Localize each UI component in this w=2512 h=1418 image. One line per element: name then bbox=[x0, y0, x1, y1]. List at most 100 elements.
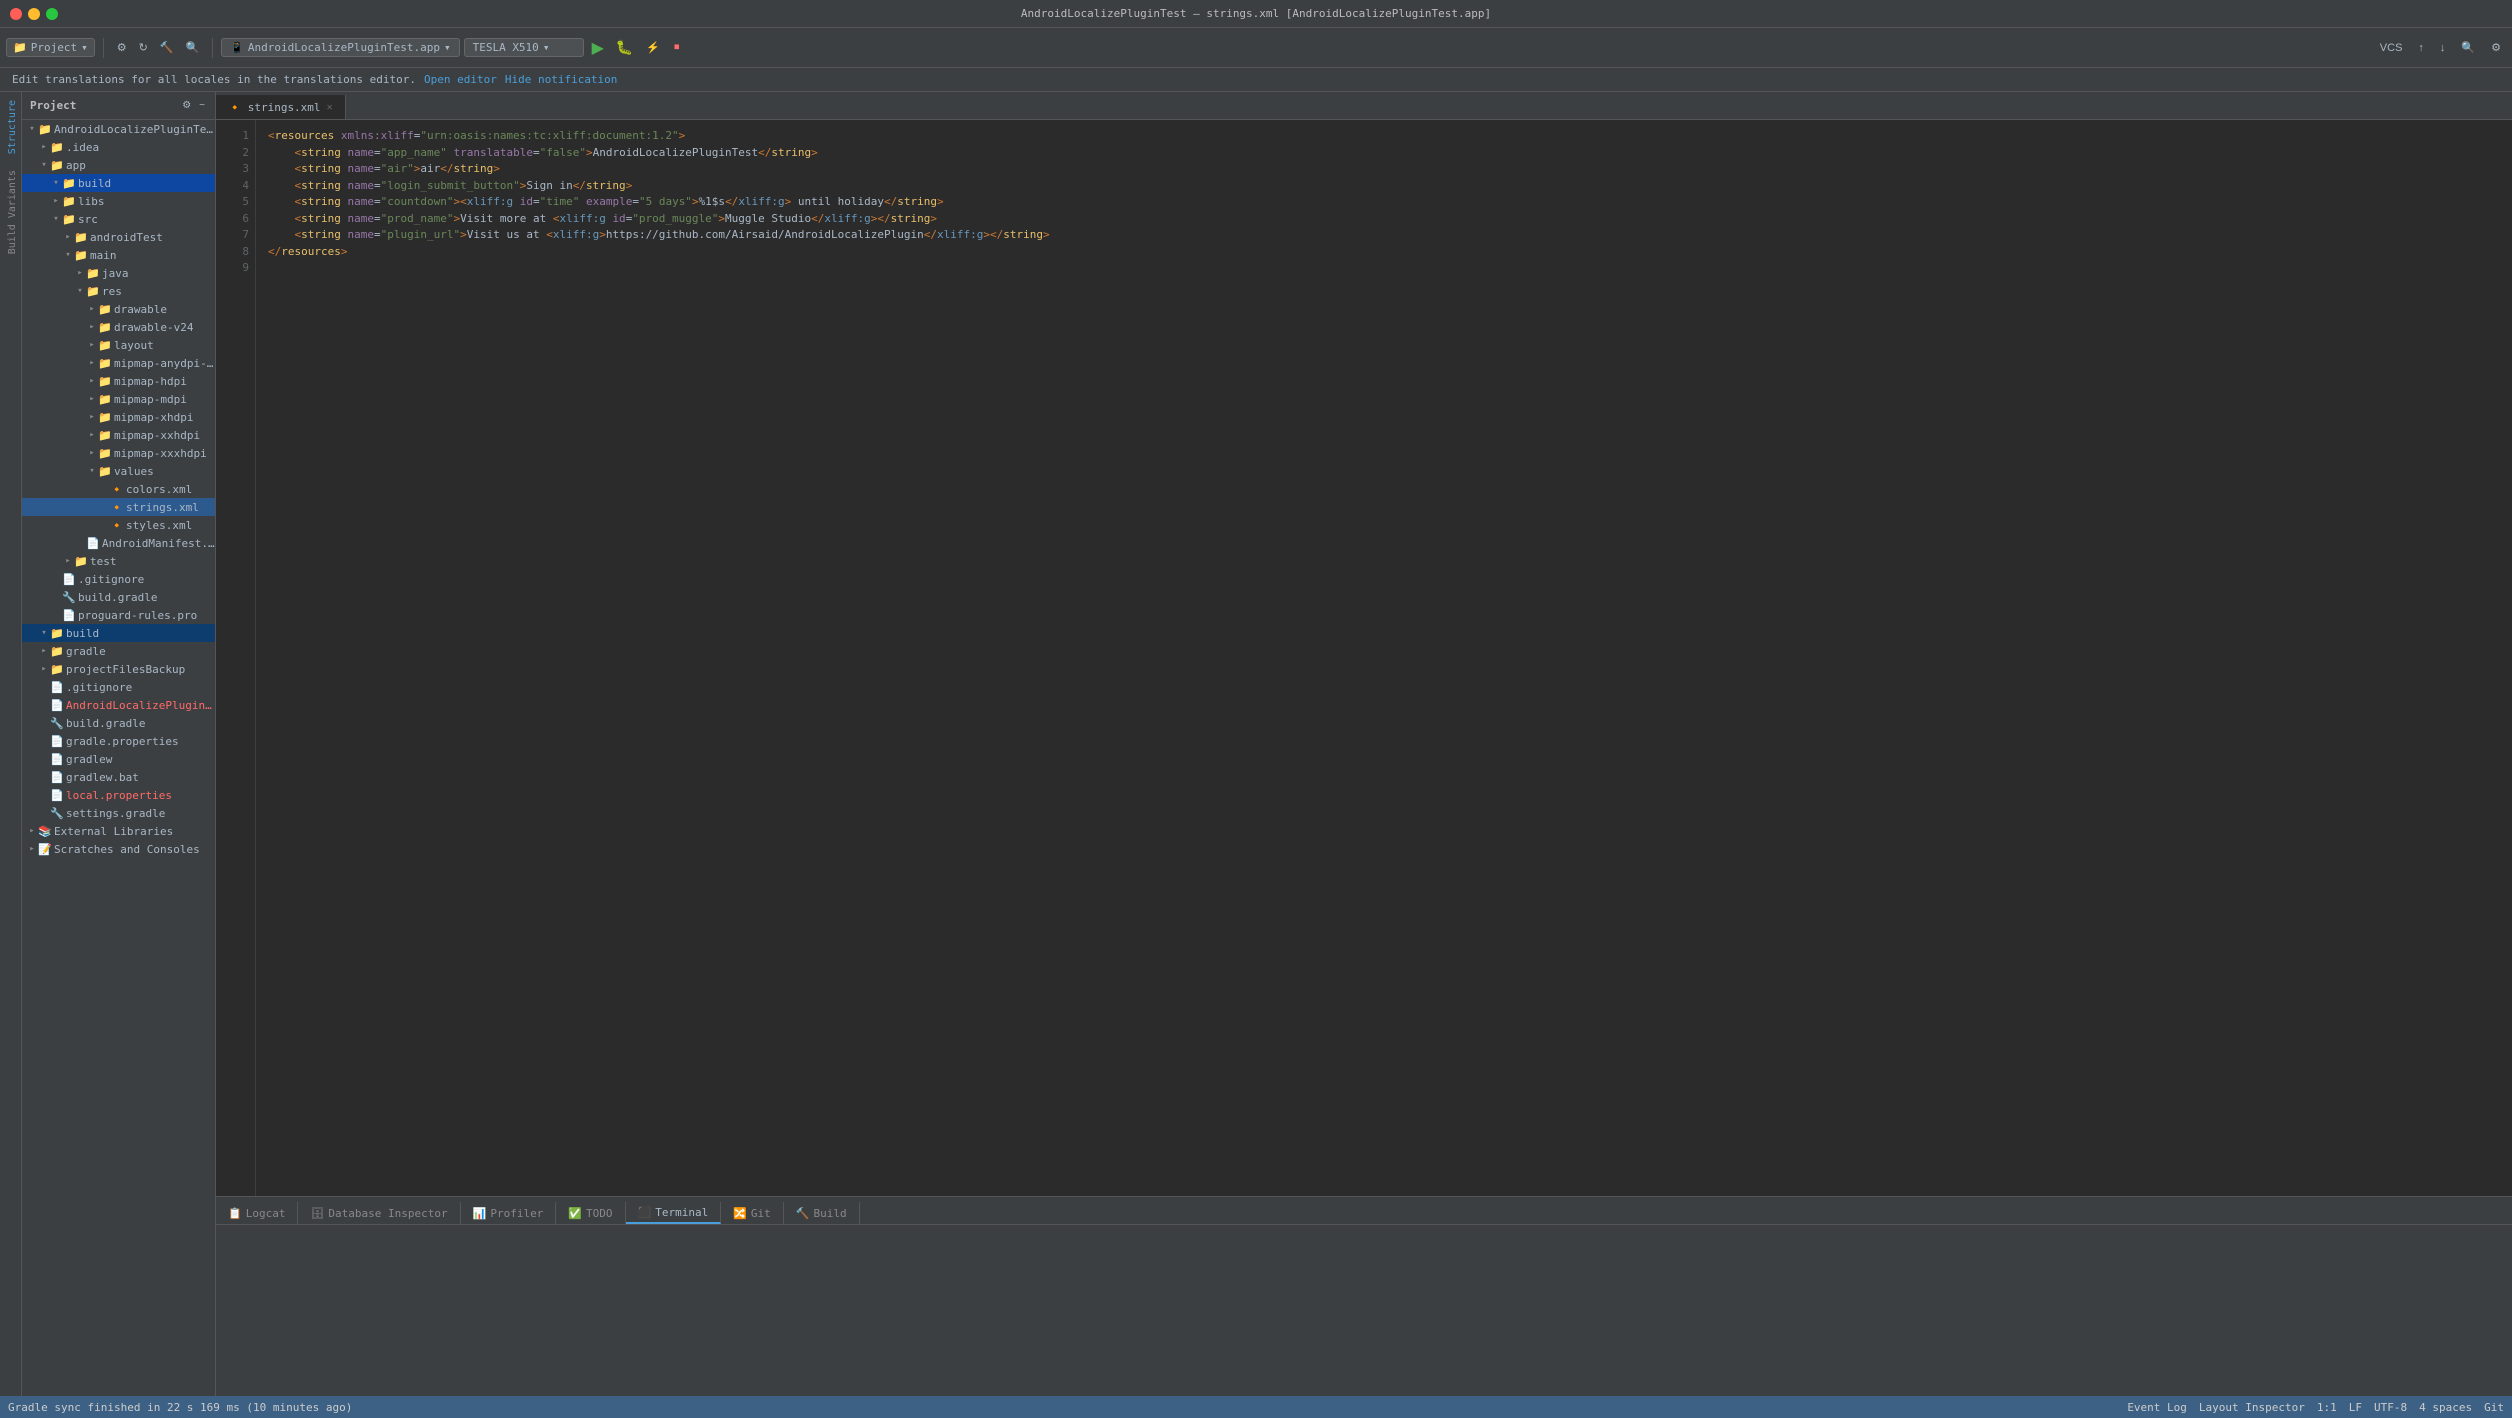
tree-item-projectfilesbackup[interactable]: ▸ 📁 projectFilesBackup bbox=[22, 660, 215, 678]
tree-item-colors-xml[interactable]: 🔸 colors.xml bbox=[22, 480, 215, 498]
tree-item-iml[interactable]: 📄 AndroidLocalizePluginTest.iml bbox=[22, 696, 215, 714]
build-label: Build bbox=[814, 1207, 847, 1220]
code-editor[interactable]: 1 2 3 4 5 6 7 8 9 <resources xmlns:xliff… bbox=[216, 120, 2512, 1196]
sync-button[interactable]: ↻ bbox=[134, 38, 153, 57]
build-button[interactable]: 🔨 bbox=[155, 38, 179, 57]
tab-profiler[interactable]: 📊 Profiler bbox=[461, 1202, 557, 1224]
tree-item-settings-gradle[interactable]: 🔧 settings.gradle bbox=[22, 804, 215, 822]
folder-icon: 📁 bbox=[98, 411, 112, 424]
tree-item-proguard[interactable]: 📄 proguard-rules.pro bbox=[22, 606, 215, 624]
settings-button[interactable]: ⚙ bbox=[112, 38, 132, 57]
tree-item-mipmap-xhdpi[interactable]: ▸ 📁 mipmap-xhdpi bbox=[22, 408, 215, 426]
arrow-icon: ▸ bbox=[86, 430, 98, 440]
tab-todo[interactable]: ✅ TODO bbox=[556, 1202, 625, 1224]
tree-item-gitignore-app[interactable]: 📄 .gitignore bbox=[22, 570, 215, 588]
tree-item-mipmap-xxxhdpi[interactable]: ▸ 📁 mipmap-xxxhdpi bbox=[22, 444, 215, 462]
git-push-button[interactable]: ↑ bbox=[2413, 39, 2429, 57]
logcat-label: Logcat bbox=[246, 1207, 286, 1220]
arrow-icon: ▾ bbox=[86, 466, 98, 476]
stop-button[interactable]: ⏹ bbox=[669, 38, 685, 57]
tree-item-external-libraries[interactable]: ▸ 📚 External Libraries bbox=[22, 822, 215, 840]
folder-icon: 📁 bbox=[86, 285, 100, 298]
tree-item-drawable[interactable]: ▸ 📁 drawable bbox=[22, 300, 215, 318]
tree-item-idea[interactable]: ▸ 📁 .idea bbox=[22, 138, 215, 156]
tab-database-inspector[interactable]: 🗄 Database Inspector bbox=[298, 1202, 460, 1224]
tree-item-test[interactable]: ▸ 📁 test bbox=[22, 552, 215, 570]
tree-item-strings-xml[interactable]: 🔸 strings.xml bbox=[22, 498, 215, 516]
tree-item-app[interactable]: ▾ 📁 app bbox=[22, 156, 215, 174]
tree-item-gradlew-bat[interactable]: 📄 gradlew.bat bbox=[22, 768, 215, 786]
settings-gear-button[interactable]: ⚙ bbox=[2486, 38, 2506, 57]
vcs-button[interactable]: VCS bbox=[2375, 39, 2408, 57]
tree-item-mipmap-anydpi[interactable]: ▸ 📁 mipmap-anydpi-v26 bbox=[22, 354, 215, 372]
git-update-button[interactable]: ↓ bbox=[2435, 39, 2451, 57]
folder-icon: 📁 bbox=[74, 555, 88, 568]
event-log[interactable]: Event Log bbox=[2127, 1401, 2187, 1414]
tree-item-res[interactable]: ▾ 📁 res bbox=[22, 282, 215, 300]
minimize-button[interactable] bbox=[28, 8, 40, 20]
tree-item-gitignore-root[interactable]: 📄 .gitignore bbox=[22, 678, 215, 696]
folder-icon: 📁 bbox=[98, 465, 112, 478]
panel-collapse-button[interactable]: − bbox=[197, 99, 207, 112]
arrow-icon: ▸ bbox=[86, 304, 98, 314]
toolbar-sep-1 bbox=[103, 38, 104, 58]
tree-item-build-gradle-app[interactable]: 🔧 build.gradle bbox=[22, 588, 215, 606]
tree-item-root[interactable]: ▾ 📁 AndroidLocalizePluginTest bbox=[22, 120, 215, 138]
arrow-icon: ▾ bbox=[50, 214, 62, 224]
panel-gear-button[interactable]: ⚙ bbox=[180, 99, 193, 112]
tab-git[interactable]: 🔀 Git bbox=[721, 1202, 784, 1224]
tree-item-mipmap-hdpi[interactable]: ▸ 📁 mipmap-hdpi bbox=[22, 372, 215, 390]
run-button[interactable]: ▶ bbox=[588, 36, 608, 60]
tab-strings-xml[interactable]: 🔸 strings.xml ✕ bbox=[216, 95, 346, 119]
tab-logcat[interactable]: 📋 Logcat bbox=[216, 1202, 298, 1224]
run-configuration-selector[interactable]: 📱 AndroidLocalizePluginTest.app ▾ bbox=[221, 38, 459, 57]
tree-item-gradlew[interactable]: 📄 gradlew bbox=[22, 750, 215, 768]
hide-notification-link[interactable]: Hide notification bbox=[505, 73, 618, 86]
tree-item-scratches[interactable]: ▸ 📝 Scratches and Consoles bbox=[22, 840, 215, 858]
attach-debugger-button[interactable]: ⚡ bbox=[641, 38, 665, 57]
debug-button[interactable]: 🐛 bbox=[612, 37, 637, 58]
bottom-tabs: 📋 Logcat 🗄 Database Inspector 📊 Profiler… bbox=[216, 1197, 2512, 1225]
tree-item-gradle-properties[interactable]: 📄 gradle.properties bbox=[22, 732, 215, 750]
bottom-content[interactable] bbox=[216, 1225, 2512, 1396]
tree-item-build-root[interactable]: ▾ 📁 build bbox=[22, 624, 215, 642]
search-button[interactable]: 🔍 bbox=[180, 38, 204, 57]
tree-item-styles-xml[interactable]: 🔸 styles.xml bbox=[22, 516, 215, 534]
code-content[interactable]: <resources xmlns:xliff="urn:oasis:names:… bbox=[256, 120, 2512, 1196]
tree-label: mipmap-anydpi-v26 bbox=[114, 357, 215, 370]
editor-area: 🔸 strings.xml ✕ 1 2 3 4 5 6 7 8 9 bbox=[216, 92, 2512, 1396]
project-tree[interactable]: ▾ 📁 AndroidLocalizePluginTest ▸ 📁 .idea … bbox=[22, 120, 215, 1396]
tree-label: drawable bbox=[114, 303, 215, 316]
tree-item-mipmap-mdpi[interactable]: ▸ 📁 mipmap-mdpi bbox=[22, 390, 215, 408]
open-editor-link[interactable]: Open editor bbox=[424, 73, 497, 86]
device-selector[interactable]: TESLA X510 ▾ bbox=[464, 38, 584, 57]
tab-build[interactable]: 🔨 Build bbox=[784, 1202, 860, 1224]
close-button[interactable] bbox=[10, 8, 22, 20]
tree-item-local-properties[interactable]: 📄 local.properties bbox=[22, 786, 215, 804]
folder-icon: 📁 bbox=[98, 375, 112, 388]
db-icon: 🗄 bbox=[310, 1207, 324, 1220]
tree-item-java[interactable]: ▸ 📁 java bbox=[22, 264, 215, 282]
window-title: AndroidLocalizePluginTest – strings.xml … bbox=[1021, 7, 1491, 20]
tree-item-layout[interactable]: ▸ 📁 layout bbox=[22, 336, 215, 354]
tree-item-gradle[interactable]: ▸ 📁 gradle bbox=[22, 642, 215, 660]
tree-item-libs[interactable]: ▸ 📁 libs bbox=[22, 192, 215, 210]
tree-item-androidtest[interactable]: ▸ 📁 androidTest bbox=[22, 228, 215, 246]
tree-item-manifest[interactable]: 📄 AndroidManifest.xml bbox=[22, 534, 215, 552]
tree-item-main[interactable]: ▾ 📁 main bbox=[22, 246, 215, 264]
layout-inspector[interactable]: Layout Inspector bbox=[2199, 1401, 2305, 1414]
tree-item-build-app[interactable]: ▾ 📁 build bbox=[22, 174, 215, 192]
build-variants-tab[interactable]: Build Variants bbox=[0, 162, 21, 262]
structure-tab[interactable]: Structure bbox=[0, 92, 21, 162]
tree-item-values[interactable]: ▾ 📁 values bbox=[22, 462, 215, 480]
tree-item-src[interactable]: ▾ 📁 src bbox=[22, 210, 215, 228]
tree-item-drawable-v24[interactable]: ▸ 📁 drawable-v24 bbox=[22, 318, 215, 336]
tree-item-build-gradle-root[interactable]: 🔧 build.gradle bbox=[22, 714, 215, 732]
tree-item-mipmap-xxhdpi[interactable]: ▸ 📁 mipmap-xxhdpi bbox=[22, 426, 215, 444]
tab-close-button[interactable]: ✕ bbox=[327, 102, 333, 113]
arrow-icon: ▾ bbox=[38, 628, 50, 638]
tab-terminal[interactable]: ⬛ Terminal bbox=[626, 1202, 722, 1224]
project-selector[interactable]: 📁 Project ▾ bbox=[6, 38, 95, 57]
maximize-button[interactable] bbox=[46, 8, 58, 20]
search-everywhere-button[interactable]: 🔍 bbox=[2456, 38, 2480, 57]
